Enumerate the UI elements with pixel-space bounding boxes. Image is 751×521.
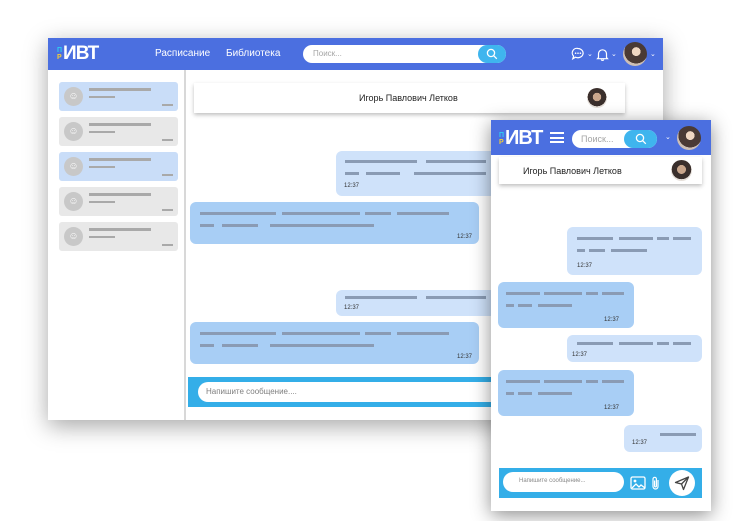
message-bubble-outgoing[interactable]: 12:37 <box>336 151 496 196</box>
chevron-down-icon[interactable]: ⌄ <box>665 133 671 141</box>
message-bubble-incoming[interactable]: 12:37 <box>498 370 634 416</box>
search-placeholder: Поиск... <box>313 49 342 58</box>
contact-item[interactable]: ☺ <box>59 187 178 216</box>
message-bubble-incoming[interactable]: 12:37 <box>498 282 634 328</box>
chat-contact-name: Игорь Павлович Летков <box>523 166 622 176</box>
send-button[interactable] <box>669 470 695 496</box>
logo-letter-bottom: Р <box>57 54 62 61</box>
search-button[interactable] <box>624 130 657 148</box>
message-time: 12:37 <box>572 352 588 358</box>
mobile-navbar: П Р ИВТ Поиск... ⌄ <box>491 120 711 155</box>
logo-letter-bottom: Р <box>499 138 504 146</box>
contact-item[interactable]: ☺ <box>59 117 178 146</box>
message-input-placeholder: Напишите сообщение.... <box>206 387 297 396</box>
message-time: 12:37 <box>344 183 360 189</box>
nav-link-schedule[interactable]: Расписание <box>155 48 210 59</box>
search-placeholder: Поиск... <box>581 134 614 144</box>
image-icon[interactable] <box>630 476 646 490</box>
message-composer: Напишите сообщение... <box>499 468 702 498</box>
search-button[interactable] <box>478 45 506 63</box>
chevron-down-icon[interactable]: ⌄ <box>611 50 617 58</box>
logo-text: ИВТ <box>505 127 543 149</box>
paperclip-icon[interactable] <box>650 475 661 491</box>
chevron-down-icon[interactable]: ⌄ <box>650 50 656 58</box>
user-icon: ☺ <box>64 157 83 176</box>
mobile-window: П Р ИВТ Поиск... ⌄ Игорь Павлович Летков <box>491 120 711 511</box>
user-icon: ☺ <box>64 87 83 106</box>
message-time: 12:37 <box>632 440 648 446</box>
contact-item[interactable]: ☺ <box>59 82 178 111</box>
message-bubble-outgoing[interactable]: 12:37 <box>567 227 702 275</box>
logo-letter-top: П <box>499 131 505 139</box>
logo[interactable]: П Р ИВТ <box>499 127 543 150</box>
message-bubble-outgoing[interactable]: 12:37 <box>567 335 702 362</box>
chat-contact-name: Игорь Павлович Летков <box>359 93 458 103</box>
chat-header: Игорь Павлович Летков <box>194 83 625 113</box>
logo[interactable]: П Р ИВТ <box>57 43 99 65</box>
search-bar[interactable]: Поиск... <box>572 130 657 148</box>
menu-icon[interactable] <box>550 132 564 143</box>
nav-link-library[interactable]: Библиотека <box>226 48 280 59</box>
message-time: 12:37 <box>577 263 593 269</box>
user-icon: ☺ <box>64 227 83 246</box>
user-icon: ☺ <box>64 122 83 141</box>
message-time: 12:37 <box>604 405 620 411</box>
message-time: 12:37 <box>457 234 473 240</box>
contact-avatar[interactable] <box>671 160 692 181</box>
message-bubble-incoming[interactable]: 12:37 <box>190 202 479 244</box>
user-avatar[interactable] <box>677 126 701 150</box>
message-time: 12:37 <box>344 305 360 311</box>
stage: П Р ИВТ Расписание Библиотека Поиск... ⌄… <box>0 0 751 521</box>
search-icon <box>635 133 646 145</box>
message-input[interactable]: Напишите сообщение... <box>503 472 624 492</box>
message-bubble-outgoing[interactable]: 12:37 <box>624 425 702 452</box>
send-icon <box>674 476 690 491</box>
contact-item[interactable]: ☺ <box>59 222 178 251</box>
message-input-placeholder: Напишите сообщение... <box>519 478 586 484</box>
message-bubble-outgoing[interactable]: 12:37 <box>336 290 496 316</box>
message-bubble-incoming[interactable]: 12:37 <box>190 322 479 364</box>
desktop-navbar: П Р ИВТ Расписание Библиотека Поиск... ⌄… <box>48 38 663 70</box>
chat-header: Игорь Павлович Летков <box>499 157 702 184</box>
user-icon: ☺ <box>64 192 83 211</box>
chevron-down-icon[interactable]: ⌄ <box>587 50 593 58</box>
contact-list: ☺ ☺ ☺ ☺ ☺ <box>48 70 186 420</box>
message-time: 12:37 <box>457 354 473 360</box>
search-icon <box>486 48 498 60</box>
chat-icon[interactable] <box>571 47 585 61</box>
search-bar[interactable]: Поиск... <box>303 45 506 63</box>
message-time: 12:37 <box>604 317 620 323</box>
user-avatar[interactable] <box>623 42 647 66</box>
bell-icon[interactable] <box>596 47 609 61</box>
contact-avatar[interactable] <box>587 88 607 108</box>
contact-item[interactable]: ☺ <box>59 152 178 181</box>
logo-letter-top: П <box>57 47 63 54</box>
logo-text: ИВТ <box>63 43 99 64</box>
